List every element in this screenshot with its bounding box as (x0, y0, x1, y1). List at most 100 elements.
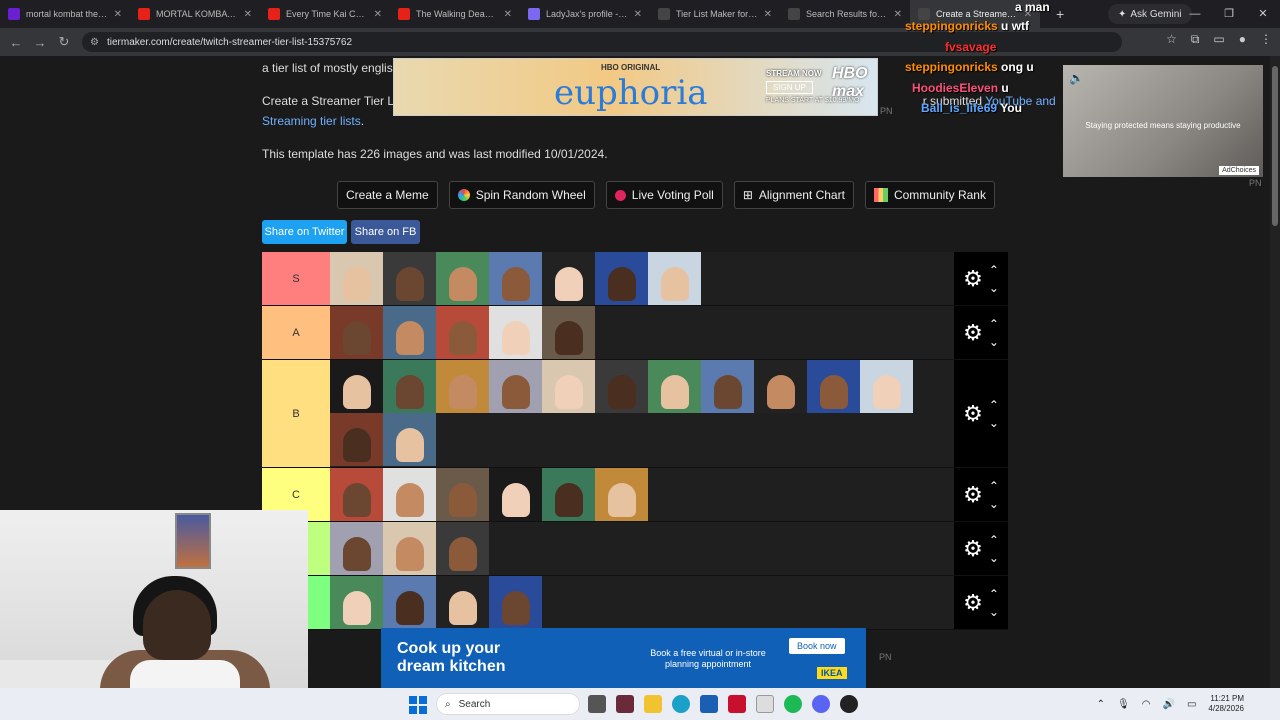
streamer-thumbnail[interactable] (595, 252, 648, 305)
community-rank-button[interactable]: Community Rank (864, 181, 995, 209)
new-tab-button[interactable]: + (1046, 6, 1074, 22)
chevron-up-icon[interactable]: ⌃ (989, 261, 999, 279)
obs-icon[interactable] (840, 695, 858, 713)
voting-poll-button[interactable]: Live Voting Poll (605, 181, 723, 209)
streamer-thumbnail[interactable] (383, 360, 436, 413)
extensions-icon[interactable]: ⧉ (1191, 32, 1200, 47)
streamer-thumbnail[interactable] (860, 360, 913, 413)
streamer-thumbnail[interactable] (807, 360, 860, 413)
menu-icon[interactable]: ⋮ (1260, 32, 1272, 47)
streamer-thumbnail[interactable] (330, 468, 383, 521)
spin-wheel-button[interactable]: Spin Random Wheel (448, 181, 595, 209)
browser-tab[interactable]: The Walking Dead: Epi ✕ (390, 0, 520, 28)
streamer-thumbnail[interactable] (330, 360, 383, 413)
tray-chevron-icon[interactable]: ⌃ (1097, 699, 1105, 710)
streamer-thumbnail[interactable] (330, 252, 383, 305)
streamer-thumbnail[interactable] (489, 576, 542, 629)
streamer-thumbnail[interactable] (754, 360, 807, 413)
gear-icon[interactable]: ⚙ (963, 401, 983, 427)
tier-items[interactable] (330, 468, 954, 521)
chevron-up-icon[interactable]: ⌃ (989, 315, 999, 333)
browser-tab[interactable]: Every Time Kai Cenat R ✕ (260, 0, 390, 28)
store-icon[interactable] (700, 695, 718, 713)
streamer-thumbnail[interactable] (489, 252, 542, 305)
streamer-thumbnail[interactable] (595, 360, 648, 413)
sidepanel-icon[interactable]: ▭ (1213, 32, 1224, 47)
browser-tab[interactable]: MORTAL KOMBAT DEC ✕ (130, 0, 260, 28)
forward-icon[interactable]: → (28, 35, 52, 50)
streamer-thumbnail[interactable] (383, 468, 436, 521)
wifi-icon[interactable]: ◠ (1142, 699, 1151, 710)
reload-icon[interactable]: ↻ (52, 34, 76, 50)
tier-items[interactable] (330, 576, 954, 629)
nba-app-icon[interactable] (728, 695, 746, 713)
sign-up-button[interactable]: SIGN UP (766, 81, 813, 94)
gear-icon[interactable]: ⚙ (963, 320, 983, 346)
streamer-thumbnail[interactable] (542, 360, 595, 413)
tab-close-icon[interactable]: ✕ (374, 9, 382, 20)
gear-icon[interactable]: ⚙ (963, 482, 983, 508)
bookmark-star-icon[interactable]: ☆ (1166, 32, 1177, 47)
tier-items[interactable] (330, 360, 954, 467)
tier-items[interactable] (330, 306, 954, 359)
streamer-thumbnail[interactable] (436, 576, 489, 629)
speaker-icon[interactable]: 🔈 (1069, 71, 1084, 85)
tier-label[interactable]: B (262, 360, 330, 467)
profile-avatar[interactable]: ● (1239, 32, 1246, 47)
browser-tab[interactable]: Search Results for 'stre ✕ (780, 0, 910, 28)
gear-icon[interactable]: ⚙ (963, 590, 983, 616)
tier-items[interactable] (330, 252, 954, 305)
tab-close-icon[interactable]: ✕ (764, 9, 772, 20)
streamer-thumbnail[interactable] (489, 468, 542, 521)
chevron-up-icon[interactable]: ⌃ (989, 477, 999, 495)
minimize-icon[interactable]: — (1178, 0, 1212, 28)
discord-icon[interactable] (812, 695, 830, 713)
windows-start-icon[interactable] (409, 696, 427, 714)
streamer-thumbnail[interactable] (383, 522, 436, 575)
streamer-thumbnail[interactable] (489, 306, 542, 359)
streamer-thumbnail[interactable] (383, 306, 436, 359)
tier-items[interactable] (330, 522, 954, 575)
streamer-thumbnail[interactable] (648, 360, 701, 413)
streamer-thumbnail[interactable] (330, 522, 383, 575)
share-fb-button[interactable]: Share on FB (351, 220, 420, 244)
streamer-thumbnail[interactable] (383, 252, 436, 305)
site-info-icon[interactable]: ⚙ (90, 37, 99, 48)
maximize-icon[interactable]: ❐ (1212, 0, 1246, 28)
share-twitter-button[interactable]: Share on Twitter (262, 220, 347, 244)
chevron-down-icon[interactable]: ⌄ (989, 549, 999, 567)
side-ad[interactable]: 🔈 Staying protected means staying produc… (1063, 65, 1263, 177)
chevron-up-icon[interactable]: ⌃ (989, 585, 999, 603)
chevron-down-icon[interactable]: ⌄ (989, 603, 999, 621)
streamer-thumbnail[interactable] (701, 360, 754, 413)
streamer-thumbnail[interactable] (436, 306, 489, 359)
chevron-down-icon[interactable]: ⌄ (989, 495, 999, 513)
clock[interactable]: 11:21 PM 4/28/2026 (1208, 694, 1244, 714)
streamer-thumbnail[interactable] (436, 360, 489, 413)
book-now-button[interactable]: Book now (789, 638, 845, 654)
adchoices-label[interactable]: AdChoices (1219, 166, 1259, 175)
tab-close-icon[interactable]: ✕ (894, 9, 902, 20)
battery-icon[interactable]: ▭ (1187, 699, 1196, 710)
browser-tab[interactable]: mortal kombat the arm ✕ (0, 0, 130, 28)
streamer-thumbnail[interactable] (542, 306, 595, 359)
spotify-icon[interactable] (784, 695, 802, 713)
chevron-down-icon[interactable]: ⌄ (989, 279, 999, 297)
streaming-tier-lists-link[interactable]: Streaming tier lists (262, 114, 361, 128)
taskbar-search[interactable]: ⌕ Search (436, 693, 580, 715)
game-app-icon[interactable] (616, 695, 634, 713)
chevron-down-icon[interactable]: ⌄ (989, 333, 999, 351)
tab-close-icon[interactable]: ✕ (634, 9, 642, 20)
hbo-max-ad[interactable]: HBO ORIGINAL euphoria STREAM NOW SIGN UP… (393, 58, 878, 116)
task-view-icon[interactable] (588, 695, 606, 713)
create-meme-button[interactable]: Create a Meme (337, 181, 438, 209)
streamer-thumbnail[interactable] (330, 413, 383, 466)
close-window-icon[interactable]: ✕ (1246, 0, 1280, 28)
tier-label[interactable]: S (262, 252, 330, 305)
streamer-thumbnail[interactable] (436, 522, 489, 575)
tab-close-icon[interactable]: ✕ (244, 9, 252, 20)
browser-tab[interactable]: Tier List Maker for Ever ✕ (650, 0, 780, 28)
back-icon[interactable]: ← (4, 35, 28, 50)
scrollbar-thumb[interactable] (1272, 66, 1278, 226)
microphone-icon[interactable]: 🎙 (1117, 699, 1130, 710)
